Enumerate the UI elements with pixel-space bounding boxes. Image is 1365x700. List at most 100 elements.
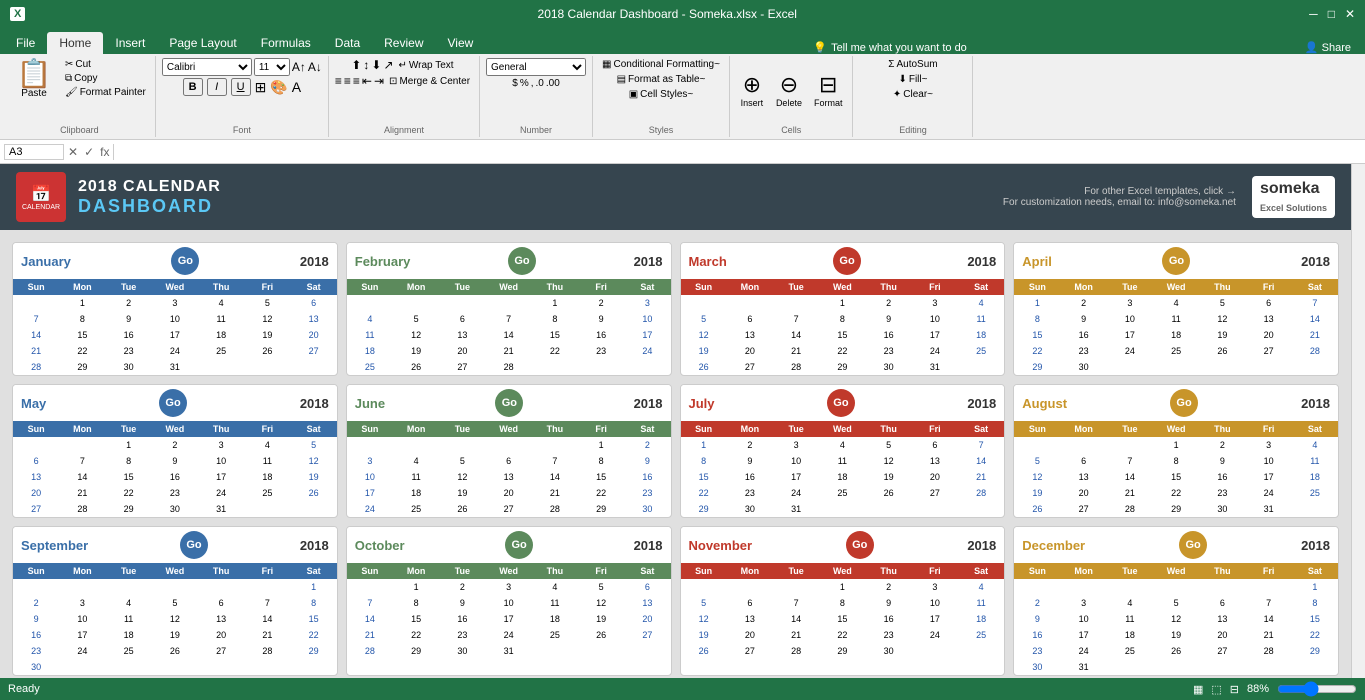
day-cell[interactable]: 23 — [727, 485, 773, 501]
tab-insert[interactable]: Insert — [103, 32, 157, 54]
day-cell[interactable]: 2 — [13, 595, 59, 611]
day-cell[interactable]: 8 — [532, 311, 578, 327]
day-cell[interactable]: 23 — [1061, 343, 1107, 359]
day-cell[interactable]: 11 — [958, 595, 1004, 611]
dec-increase-icon[interactable]: .0 — [536, 78, 544, 89]
day-cell[interactable]: 8 — [681, 453, 727, 469]
day-cell[interactable]: 28 — [1107, 501, 1153, 517]
day-cell[interactable]: 29 — [819, 359, 865, 375]
day-cell[interactable]: 9 — [106, 311, 152, 327]
day-cell[interactable]: 26 — [393, 359, 439, 375]
day-cell[interactable]: 11 — [347, 327, 393, 343]
day-cell[interactable]: 5 — [291, 437, 337, 453]
day-cell[interactable]: 5 — [681, 311, 727, 327]
day-cell[interactable]: 22 — [59, 343, 105, 359]
day-cell[interactable]: 8 — [1014, 311, 1060, 327]
day-cell[interactable]: 7 — [773, 595, 819, 611]
day-cell[interactable]: 28 — [958, 485, 1004, 501]
day-cell[interactable]: 12 — [439, 469, 485, 485]
day-cell[interactable]: 25 — [347, 359, 393, 375]
day-cell[interactable]: 30 — [1014, 659, 1060, 675]
day-cell[interactable]: 17 — [59, 627, 105, 643]
day-cell[interactable]: 21 — [59, 485, 105, 501]
day-cell[interactable]: 16 — [1199, 469, 1245, 485]
day-cell[interactable]: 5 — [1014, 453, 1060, 469]
day-cell[interactable]: 15 — [532, 327, 578, 343]
day-cell[interactable]: 17 — [912, 327, 958, 343]
day-cell[interactable]: 6 — [727, 595, 773, 611]
day-cell[interactable]: 9 — [439, 595, 485, 611]
day-cell[interactable]: 16 — [624, 469, 670, 485]
day-cell[interactable]: 13 — [1246, 311, 1292, 327]
day-cell[interactable]: 31 — [773, 501, 819, 517]
align-left-icon[interactable]: ≡ — [335, 74, 342, 88]
day-cell[interactable]: 23 — [866, 627, 912, 643]
day-cell[interactable]: 17 — [624, 327, 670, 343]
day-cell[interactable]: 19 — [244, 327, 290, 343]
day-cell[interactable]: 18 — [1107, 627, 1153, 643]
day-cell[interactable]: 26 — [1153, 643, 1199, 659]
day-cell[interactable]: 12 — [1199, 311, 1245, 327]
day-cell[interactable]: 20 — [486, 485, 532, 501]
tab-data[interactable]: Data — [323, 32, 372, 54]
go-button[interactable]: Go — [1162, 247, 1190, 275]
day-cell[interactable]: 29 — [291, 643, 337, 659]
day-cell[interactable]: 4 — [532, 579, 578, 595]
day-cell[interactable]: 17 — [1061, 627, 1107, 643]
day-cell[interactable]: 31 — [912, 359, 958, 375]
day-cell[interactable]: 25 — [106, 643, 152, 659]
day-cell[interactable]: 4 — [244, 437, 290, 453]
day-cell[interactable]: 30 — [1061, 359, 1107, 375]
vertical-scrollbar[interactable] — [1351, 164, 1365, 678]
day-cell[interactable]: 7 — [13, 311, 59, 327]
indent-decrease-icon[interactable]: ⇤ — [362, 74, 372, 88]
day-cell[interactable]: 14 — [1246, 611, 1292, 627]
day-cell[interactable]: 30 — [866, 643, 912, 659]
day-cell[interactable]: 18 — [819, 469, 865, 485]
align-center-icon[interactable]: ≡ — [344, 74, 351, 88]
day-cell[interactable]: 20 — [727, 627, 773, 643]
day-cell[interactable]: 1 — [532, 295, 578, 311]
day-cell[interactable]: 27 — [198, 643, 244, 659]
day-cell[interactable]: 3 — [347, 453, 393, 469]
day-cell[interactable]: 28 — [59, 501, 105, 517]
day-cell[interactable]: 5 — [1153, 595, 1199, 611]
day-cell[interactable]: 19 — [1153, 627, 1199, 643]
day-cell[interactable]: 6 — [198, 595, 244, 611]
day-cell[interactable]: 7 — [1246, 595, 1292, 611]
day-cell[interactable]: 4 — [393, 453, 439, 469]
day-cell[interactable]: 8 — [59, 311, 105, 327]
day-cell[interactable]: 22 — [819, 627, 865, 643]
day-cell[interactable]: 19 — [152, 627, 198, 643]
decrease-font-icon[interactable]: A↓ — [308, 60, 322, 74]
day-cell[interactable]: 29 — [1292, 643, 1338, 659]
underline-button[interactable]: U — [231, 78, 251, 96]
day-cell[interactable]: 21 — [486, 343, 532, 359]
day-cell[interactable]: 1 — [1014, 295, 1060, 311]
day-cell[interactable]: 9 — [1014, 611, 1060, 627]
fill-button[interactable]: ⬇ Fill~ — [895, 73, 930, 86]
day-cell[interactable]: 28 — [1292, 343, 1338, 359]
day-cell[interactable]: 9 — [152, 453, 198, 469]
day-cell[interactable]: 17 — [347, 485, 393, 501]
day-cell[interactable]: 6 — [13, 453, 59, 469]
day-cell[interactable]: 16 — [13, 627, 59, 643]
day-cell[interactable]: 22 — [291, 627, 337, 643]
day-cell[interactable]: 27 — [1199, 643, 1245, 659]
align-right-icon[interactable]: ≡ — [353, 74, 360, 88]
day-cell[interactable]: 20 — [1246, 327, 1292, 343]
day-cell[interactable]: 13 — [727, 327, 773, 343]
day-cell[interactable]: 8 — [1153, 453, 1199, 469]
day-cell[interactable]: 1 — [819, 295, 865, 311]
day-cell[interactable]: 4 — [347, 311, 393, 327]
copy-button[interactable]: ⧉ Copy — [62, 72, 149, 85]
format-table-button[interactable]: ▤ Format as Table~ — [614, 73, 709, 86]
day-cell[interactable]: 18 — [958, 327, 1004, 343]
day-cell[interactable]: 24 — [1061, 643, 1107, 659]
day-cell[interactable]: 2 — [727, 437, 773, 453]
italic-button[interactable]: I — [207, 78, 227, 96]
day-cell[interactable]: 18 — [198, 327, 244, 343]
format-painter-button[interactable]: 🖌 Format Painter — [62, 86, 149, 99]
day-cell[interactable]: 2 — [866, 579, 912, 595]
zoom-slider[interactable] — [1277, 681, 1357, 697]
